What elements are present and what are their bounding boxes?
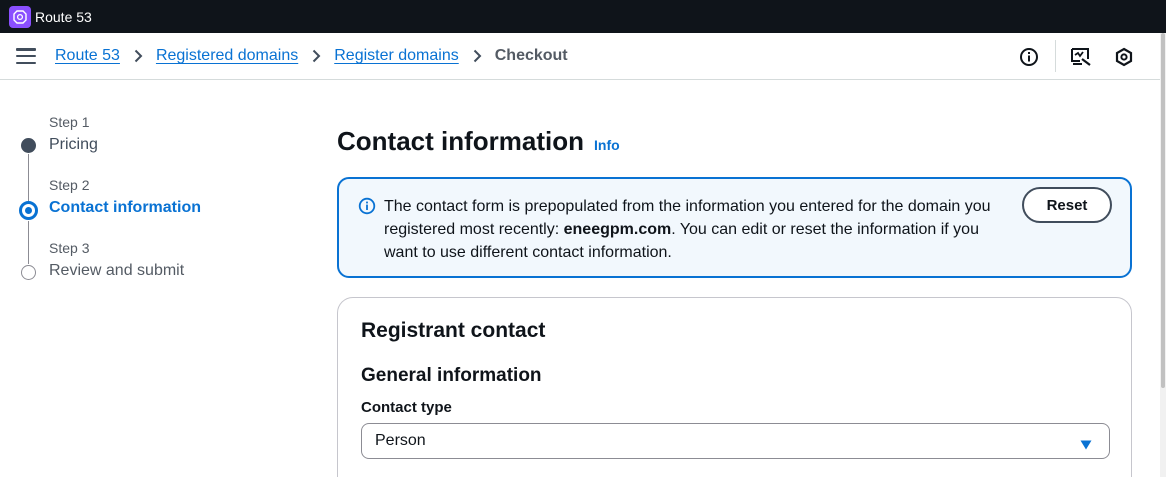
reset-button[interactable]: Reset <box>1022 187 1112 223</box>
general-information-title: General information <box>361 365 542 386</box>
breadcrumb-current: Checkout <box>494 47 568 64</box>
contact-type-select[interactable]: Person <box>361 423 1110 459</box>
route53-icon[interactable] <box>9 5 31 28</box>
registrant-contact-panel: Registrant contact General information C… <box>337 297 1132 477</box>
contact-type-label: Contact type <box>361 399 452 416</box>
step-3-title: Review and submit <box>49 262 185 279</box>
step-connector <box>28 154 29 202</box>
top-navigation-bar: Route 53 <box>0 0 1166 33</box>
step-2-label: Step 2 <box>49 177 90 193</box>
breadcrumb-registered-domains[interactable]: Registered domains <box>156 47 298 65</box>
breadcrumb-bar: Route 53 Registered domains Register dom… <box>0 33 1160 80</box>
alert-domain: eneegpm.com <box>563 221 672 238</box>
hexagon-settings-icon[interactable] <box>1111 33 1137 80</box>
breadcrumb-register-domains[interactable]: Register domains <box>334 47 459 65</box>
info-circle-icon <box>358 197 376 220</box>
step-1-title[interactable]: Pricing <box>49 136 98 154</box>
feedback-icon[interactable] <box>1068 33 1094 80</box>
contact-type-value: Person <box>375 432 426 449</box>
step-connector <box>28 221 29 264</box>
step-1-label: Step 1 <box>49 114 90 130</box>
chevron-right-icon <box>134 49 143 63</box>
registrant-contact-title: Registrant contact <box>361 319 546 342</box>
toolbar-divider <box>1055 40 1056 72</box>
hamburger-menu-icon[interactable] <box>16 48 36 64</box>
step-pending-icon <box>21 265 36 280</box>
caret-down-icon <box>1080 437 1092 455</box>
info-circle-icon[interactable] <box>1016 33 1042 80</box>
step-2-title: Contact information <box>49 199 201 216</box>
page-title: Contact information <box>337 126 584 156</box>
chevron-right-icon <box>312 49 321 63</box>
step-active-icon <box>19 201 38 220</box>
info-alert: The contact form is prepopulated from th… <box>337 177 1132 278</box>
chevron-right-icon <box>473 49 482 63</box>
step-3-label: Step 3 <box>49 240 90 256</box>
service-name[interactable]: Route 53 <box>35 9 92 25</box>
page-scrollbar[interactable] <box>1160 33 1166 477</box>
info-link[interactable]: Info <box>594 137 620 153</box>
scrollbar-thumb[interactable] <box>1161 33 1165 388</box>
alert-message: The contact form is prepopulated from th… <box>384 195 1004 264</box>
breadcrumb-route53[interactable]: Route 53 <box>55 47 120 65</box>
breadcrumb: Route 53 Registered domains Register dom… <box>55 47 568 65</box>
step-completed-icon <box>21 138 36 153</box>
